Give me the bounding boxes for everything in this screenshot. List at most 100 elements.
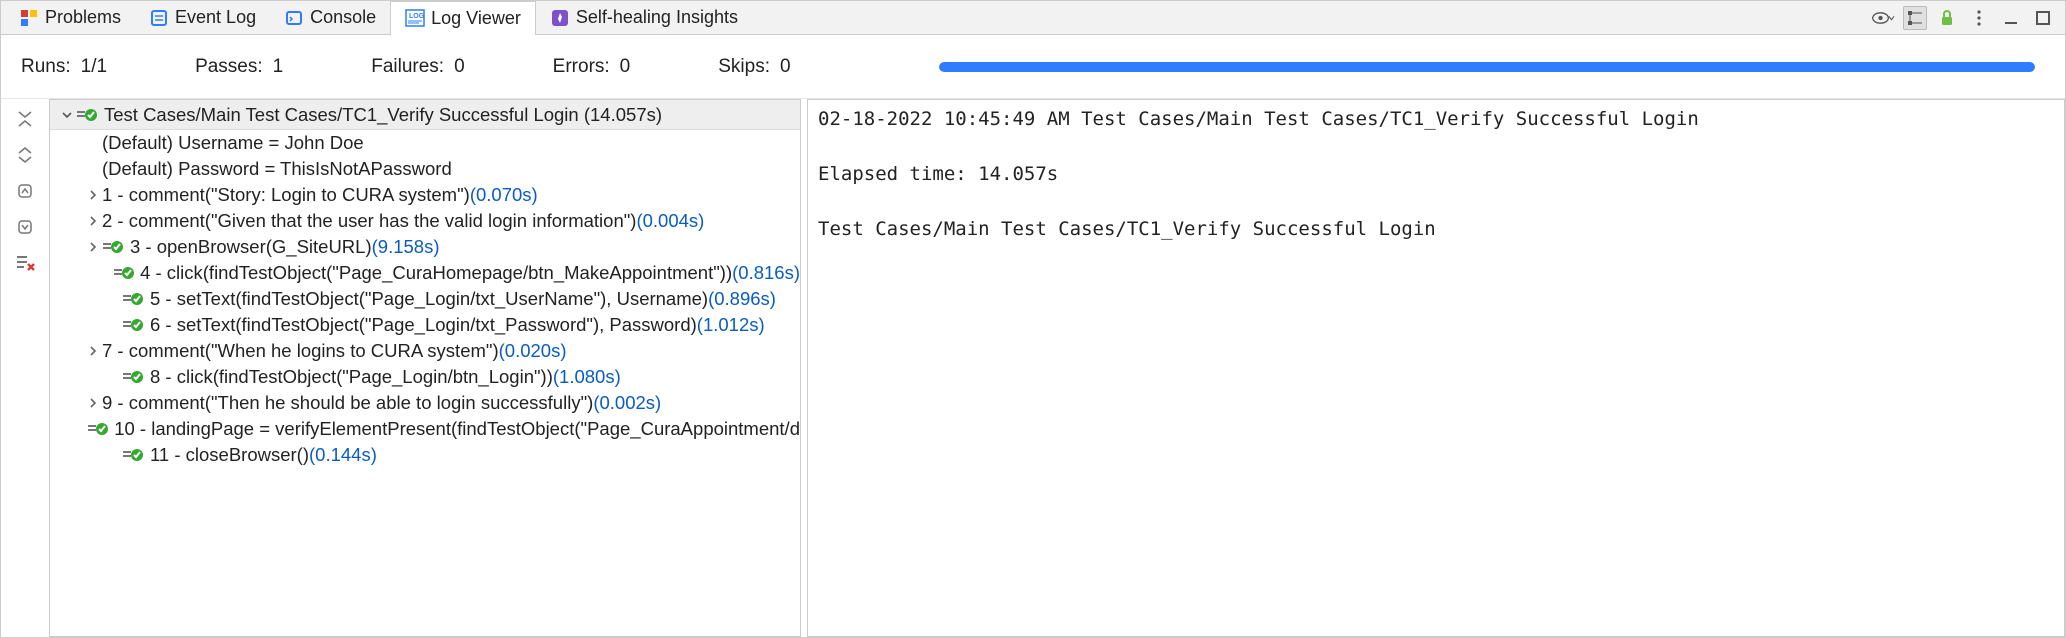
passes-label: Passes: [195, 56, 263, 78]
tree-row-duration: (1.080s) [553, 366, 621, 388]
tree-view-toggle[interactable] [1903, 6, 1927, 30]
step-pass-icon [122, 446, 144, 464]
step-pass-icon [122, 316, 144, 334]
expand-all-icon[interactable] [11, 141, 39, 169]
tree-row-text: 7 - comment("When he logins to CURA syst… [102, 340, 499, 362]
tab-bar: Problems Event Log Console LOG Log Viewe… [1, 1, 2065, 35]
log-detail-panel: 02-18-2022 10:45:49 AM Test Cases/Main T… [807, 99, 2065, 637]
errors-label: Errors: [553, 56, 610, 78]
tab-label: Problems [45, 7, 121, 28]
tree-row[interactable]: 5 - setText(findTestObject("Page_Login/t… [50, 286, 800, 312]
tree-action-gutter [1, 99, 49, 637]
tab-label: Log Viewer [431, 8, 521, 29]
problems-icon [19, 8, 39, 28]
chevron-right-icon[interactable] [84, 215, 102, 227]
tree-row[interactable]: 3 - openBrowser(G_SiteURL) (9.158s) [50, 234, 800, 260]
tree-row-text: 8 - click(findTestObject("Page_Login/btn… [150, 366, 553, 388]
chevron-right-icon[interactable] [84, 345, 102, 357]
tab-log-viewer[interactable]: LOG Log Viewer [390, 1, 536, 35]
logviewer-icon: LOG [405, 8, 425, 28]
console-icon [284, 8, 304, 28]
chevron-right-icon[interactable] [84, 189, 102, 201]
tree-row-text: (Default) Password = ThisIsNotAPassword [102, 158, 452, 180]
tree-row-duration: (0.816s) [732, 262, 800, 284]
tree-row[interactable]: 10 - landingPage = verifyElementPresent(… [50, 416, 800, 442]
show-failures-only-icon[interactable] [11, 249, 39, 277]
skips-value: 0 [780, 56, 791, 78]
more-icon[interactable] [1967, 6, 1991, 30]
summary-bar: Runs: 1/1 Passes: 1 Failures: 0 Errors: … [1, 35, 2065, 99]
tree-header-label: Test Cases/Main Test Cases/TC1_Verify Su… [104, 104, 579, 126]
next-failure-icon[interactable] [11, 213, 39, 241]
tree-row-text: 4 - click(findTestObject("Page_CuraHomep… [140, 262, 732, 284]
tree-header-row[interactable]: Test Cases/Main Test Cases/TC1_Verify Su… [50, 100, 800, 130]
svg-text:LOG: LOG [409, 13, 425, 20]
tab-problems[interactable]: Problems [5, 1, 135, 35]
collapse-all-icon[interactable] [11, 105, 39, 133]
failures-label: Failures: [371, 56, 444, 78]
step-pass-icon [122, 368, 144, 386]
tree-row[interactable]: 1 - comment("Story: Login to CURA system… [50, 182, 800, 208]
tab-event-log[interactable]: Event Log [135, 1, 270, 35]
tree-row[interactable]: 6 - setText(findTestObject("Page_Login/t… [50, 312, 800, 338]
chevron-right-icon[interactable] [84, 241, 102, 253]
failures-value: 0 [454, 56, 465, 78]
minimize-icon[interactable] [1999, 6, 2023, 30]
selfhealing-icon [550, 8, 570, 28]
watch-icon[interactable] [1871, 6, 1895, 30]
log-line: 02-18-2022 10:45:49 AM Test Cases/Main T… [818, 108, 1699, 130]
tree-row[interactable]: 9 - comment("Then he should be able to l… [50, 390, 800, 416]
test-pass-icon [76, 106, 98, 124]
tree-row[interactable]: 11 - closeBrowser() (0.144s) [50, 442, 800, 468]
tree-row-text: 3 - openBrowser(G_SiteURL) [130, 236, 372, 258]
tree-row-duration: (0.002s) [593, 392, 661, 414]
progress-fill [939, 62, 2035, 72]
maximize-icon[interactable] [2031, 6, 2055, 30]
tab-console[interactable]: Console [270, 1, 390, 35]
chevron-down-icon[interactable] [58, 109, 76, 121]
tree-row-text: 1 - comment("Story: Login to CURA system… [102, 184, 470, 206]
chevron-right-icon[interactable] [84, 397, 102, 409]
tree-row-text: 10 - landingPage = verifyElementPresent(… [114, 418, 800, 440]
tree-row-text: (Default) Username = John Doe [102, 132, 364, 154]
step-pass-icon [122, 290, 144, 308]
tree-row-text: 5 - setText(findTestObject("Page_Login/t… [150, 288, 708, 310]
eventlog-icon [149, 8, 169, 28]
tree-row-duration: (0.070s) [470, 184, 538, 206]
tree-header-duration: (14.057s) [584, 104, 662, 126]
tab-label: Self-healing Insights [576, 7, 738, 28]
tree-row-text: 6 - setText(findTestObject("Page_Login/t… [150, 314, 697, 336]
tree-row-duration: (0.896s) [708, 288, 776, 310]
tree-row-duration: (0.004s) [636, 210, 704, 232]
tree-row[interactable]: 7 - comment("When he logins to CURA syst… [50, 338, 800, 364]
tree-row[interactable]: (Default) Username = John Doe [50, 130, 800, 156]
tree-row-duration: (0.144s) [309, 444, 377, 466]
step-pass-icon [114, 264, 134, 282]
step-pass-icon [102, 238, 124, 256]
errors-value: 0 [620, 56, 631, 78]
tab-label: Console [310, 7, 376, 28]
log-line: Elapsed time: 14.057s [818, 163, 1058, 185]
progress-bar [939, 62, 2035, 72]
tree-row-duration: (9.158s) [372, 236, 440, 258]
tree-row[interactable]: 4 - click(findTestObject("Page_CuraHomep… [50, 260, 800, 286]
log-line: Test Cases/Main Test Cases/TC1_Verify Su… [818, 218, 1436, 240]
step-pass-icon [88, 420, 108, 438]
tree-row-duration: (1.012s) [697, 314, 765, 336]
tree-row-text: 2 - comment("Given that the user has the… [102, 210, 636, 232]
skips-label: Skips: [718, 56, 770, 78]
passes-value: 1 [273, 56, 284, 78]
tree-row-duration: (0.020s) [499, 340, 567, 362]
tree-row-text: 9 - comment("Then he should be able to l… [102, 392, 593, 414]
runs-value: 1/1 [81, 56, 107, 78]
log-tree-panel: Test Cases/Main Test Cases/TC1_Verify Su… [49, 99, 801, 637]
tab-self-healing[interactable]: Self-healing Insights [536, 1, 752, 35]
runs-label: Runs: [21, 56, 71, 78]
tree-row[interactable]: 2 - comment("Given that the user has the… [50, 208, 800, 234]
lock-icon[interactable] [1935, 6, 1959, 30]
prev-failure-icon[interactable] [11, 177, 39, 205]
tree-row[interactable]: (Default) Password = ThisIsNotAPassword [50, 156, 800, 182]
tab-label: Event Log [175, 7, 256, 28]
tree-row-text: 11 - closeBrowser() [150, 444, 309, 466]
tree-row[interactable]: 8 - click(findTestObject("Page_Login/btn… [50, 364, 800, 390]
